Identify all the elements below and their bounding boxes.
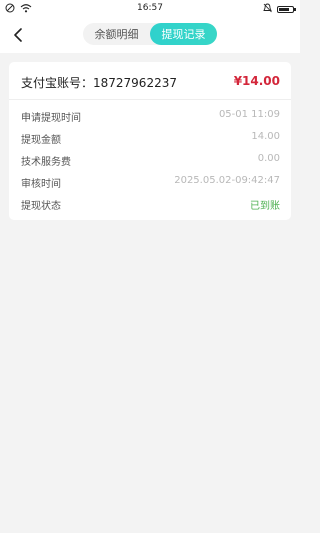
withdraw-amount: ¥14.00 bbox=[233, 74, 280, 88]
back-button[interactable] bbox=[8, 25, 28, 45]
detail-row-status: 提现状态 已到账 bbox=[9, 193, 291, 215]
row-label: 提现金额 bbox=[21, 135, 61, 146]
detail-rows: 申请提现时间 05-01 11:09 提现金额 14.00 技术服务费 0.00… bbox=[9, 105, 291, 215]
status-badge: 已到账 bbox=[250, 201, 280, 212]
battery-fill bbox=[279, 8, 290, 11]
row-value: 2025.05.02-09:42:47 bbox=[174, 175, 280, 186]
card-header: 支付宝账号：18727962237 ¥14.00 bbox=[9, 62, 291, 100]
detail-row-service-fee: 技术服务费 0.00 bbox=[9, 149, 291, 171]
status-right bbox=[263, 3, 296, 16]
row-value: 14.00 bbox=[251, 131, 280, 142]
status-time: 16:57 bbox=[137, 3, 163, 13]
tab-switcher: 余额明细 提现记录 bbox=[83, 23, 217, 45]
row-label: 申请提现时间 bbox=[21, 113, 81, 124]
detail-row-apply-time: 申请提现时间 05-01 11:09 bbox=[9, 105, 291, 127]
status-bar: 16:57 bbox=[0, 0, 300, 17]
header: 余额明细 提现记录 bbox=[0, 17, 300, 53]
row-value: 0.00 bbox=[257, 153, 280, 164]
tab-balance-detail[interactable]: 余额明细 bbox=[83, 23, 150, 45]
row-label: 提现状态 bbox=[21, 201, 61, 212]
detail-row-amount: 提现金额 14.00 bbox=[9, 127, 291, 149]
alarm-off-icon bbox=[263, 3, 272, 16]
withdraw-record-card[interactable]: 支付宝账号：18727962237 ¥14.00 申请提现时间 05-01 11… bbox=[9, 62, 291, 220]
battery-icon bbox=[277, 6, 296, 13]
page: 16:57 余额明细 提现记录 支付宝账号：18727962237 ¥14.00… bbox=[0, 0, 300, 533]
account-label: 支付宝账号：18727962237 bbox=[21, 76, 177, 90]
row-label: 技术服务费 bbox=[21, 157, 71, 168]
chevron-left-icon bbox=[14, 28, 22, 42]
detail-row-review-time: 审核时间 2025.05.02-09:42:47 bbox=[9, 171, 291, 193]
row-label: 审核时间 bbox=[21, 179, 61, 190]
row-value: 05-01 11:09 bbox=[218, 109, 280, 120]
tab-withdraw-record[interactable]: 提现记录 bbox=[150, 23, 217, 45]
